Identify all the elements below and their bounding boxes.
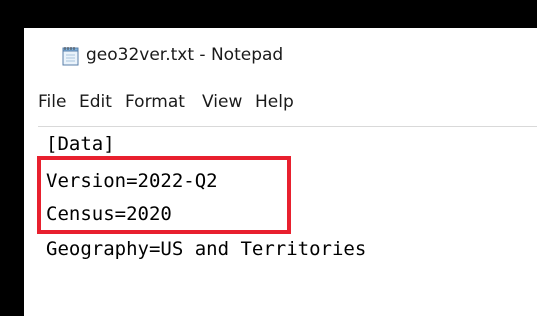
window-title: geo32ver.txt - Notepad	[86, 45, 284, 65]
menu-edit[interactable]: Edit	[79, 92, 112, 112]
text-line: Geography=US and Territories	[46, 238, 367, 260]
title-bar[interactable]: geo32ver.txt - Notepad	[24, 28, 537, 84]
notepad-icon	[62, 46, 79, 66]
menu-format[interactable]: Format	[125, 92, 185, 112]
menu-file[interactable]: File	[38, 92, 66, 112]
highlight-box	[37, 156, 291, 234]
notepad-window: geo32ver.txt - Notepad File Edit Format …	[24, 28, 537, 316]
menu-help[interactable]: Help	[255, 92, 294, 112]
menu-bar: File Edit Format View Help	[24, 92, 537, 118]
text-line: [Data]	[46, 133, 115, 155]
menu-view[interactable]: View	[202, 92, 242, 112]
